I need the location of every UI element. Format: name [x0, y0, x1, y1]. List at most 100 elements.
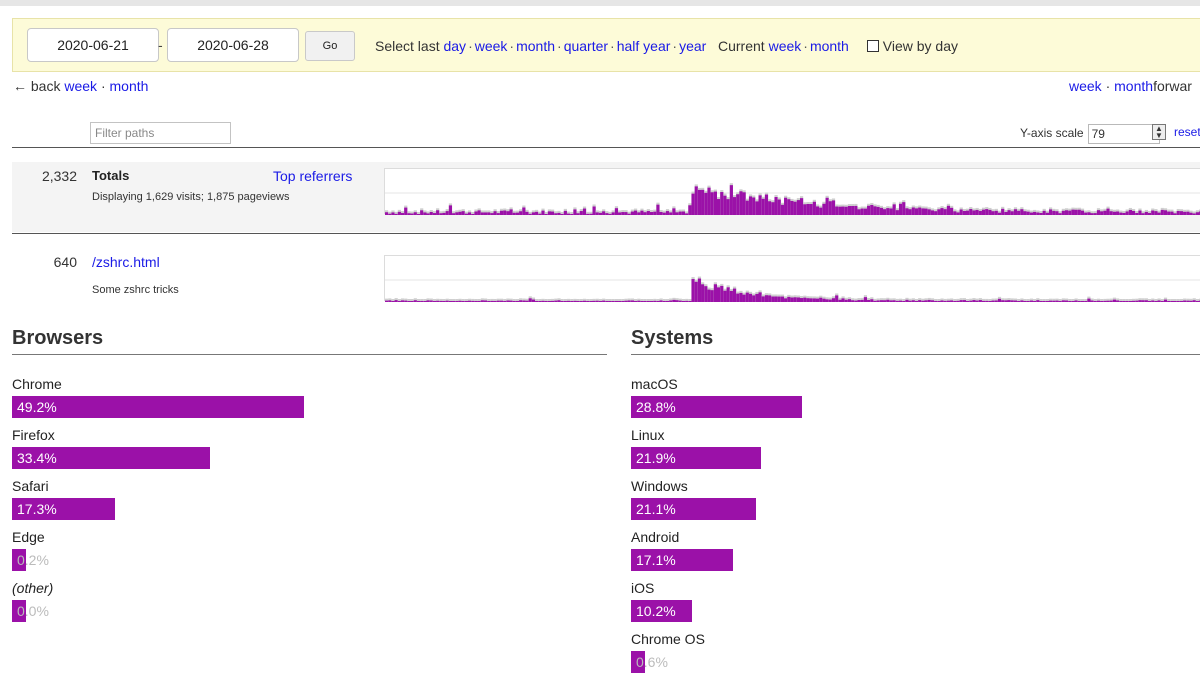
chart-bar	[736, 194, 740, 215]
chart-bar	[1087, 212, 1091, 215]
chart-bar	[420, 300, 424, 302]
chart-bar	[493, 300, 497, 302]
chart-bar	[694, 281, 698, 302]
chart-bar	[873, 300, 877, 302]
chart-bar	[975, 209, 979, 215]
back-month-link[interactable]: month	[110, 78, 149, 94]
chart-bar	[1084, 212, 1088, 215]
filter-paths-input[interactable]: Filter paths	[90, 122, 231, 144]
chart-bar	[911, 300, 915, 302]
chart-bar	[570, 213, 574, 215]
chart-bar	[643, 301, 647, 302]
chart-bar	[1033, 211, 1037, 215]
chart-bar	[969, 209, 973, 215]
chart-bar	[1080, 301, 1085, 302]
chart-bar	[950, 300, 954, 302]
current-month[interactable]: month	[810, 38, 849, 54]
chart-bar	[889, 208, 893, 215]
chart-bar	[570, 301, 574, 302]
forward-week-link[interactable]: week	[1069, 78, 1102, 94]
y-axis-scale-input[interactable]: 79	[1087, 124, 1160, 144]
back-week-link[interactable]: week	[64, 78, 97, 94]
chart-bar	[761, 296, 765, 302]
chart-bar	[1128, 301, 1132, 302]
chart-bar	[739, 292, 743, 302]
chart-bar	[902, 202, 906, 215]
chart-bar	[764, 295, 769, 302]
forward-month-link[interactable]: month	[1114, 78, 1153, 94]
page-chart[interactable]	[384, 255, 1200, 302]
chart-bar	[554, 213, 558, 215]
chart-bar	[397, 211, 401, 215]
chart-bar	[423, 301, 427, 302]
chart-bar	[867, 205, 871, 215]
chart-bar	[563, 301, 567, 302]
chart-bar	[707, 289, 711, 302]
chart-bar	[1179, 211, 1184, 215]
chart-bar	[1122, 301, 1126, 302]
chart-bar	[554, 300, 558, 302]
chart-bar	[914, 208, 919, 215]
chart-bar	[646, 211, 650, 215]
chart-bar	[969, 300, 973, 302]
end-date-input[interactable]: 2020-06-28	[167, 28, 299, 62]
chart-bar	[1128, 209, 1132, 215]
y-axis-scale-spinner[interactable]: ▲ ▼	[1152, 124, 1166, 140]
select-last-half-year[interactable]: half year	[617, 38, 671, 54]
chart-bar	[573, 209, 577, 215]
chart-bar	[1144, 211, 1148, 215]
chart-bar	[691, 279, 695, 302]
chart-bar	[681, 301, 686, 302]
y-axis-reset-link[interactable]: reset	[1174, 125, 1200, 139]
chart-bar	[860, 208, 864, 215]
chart-bar	[742, 192, 746, 215]
chart-bar	[1017, 210, 1021, 215]
start-date-input[interactable]: 2020-06-21	[27, 28, 159, 62]
chart-bar	[649, 301, 654, 302]
select-last-year[interactable]: year	[679, 38, 706, 54]
chart-bar	[726, 199, 730, 215]
top-referrers-link[interactable]: Top referrers	[273, 168, 352, 184]
chart-bar	[831, 200, 836, 215]
browsers-percent: 0.2%	[17, 552, 49, 568]
chart-bar	[608, 301, 612, 302]
select-last-week[interactable]: week	[475, 38, 508, 54]
chart-bar	[780, 296, 785, 302]
chart-bar	[777, 296, 781, 302]
chart-bar	[480, 300, 484, 302]
chart-bar	[1112, 211, 1117, 215]
chart-bar	[1096, 300, 1101, 302]
select-last-month[interactable]: month	[516, 38, 555, 54]
browsers-name: Safari	[12, 478, 49, 494]
chart-bar	[490, 300, 494, 302]
chart-bar	[1132, 210, 1136, 215]
chart-bar	[924, 300, 928, 302]
chart-bar	[876, 300, 880, 302]
go-button[interactable]: Go	[305, 31, 355, 61]
chart-bar	[448, 301, 453, 302]
chart-bar	[898, 300, 903, 302]
view-by-day-checkbox[interactable]	[866, 40, 879, 52]
chart-bar	[669, 212, 673, 215]
chart-bar	[560, 301, 564, 302]
chart-bar	[551, 300, 555, 302]
current-week[interactable]: week	[769, 38, 802, 54]
systems-divider	[631, 354, 1200, 355]
totals-count: 2,332	[41, 168, 77, 184]
chart-bar	[748, 293, 753, 302]
chart-bar	[914, 300, 919, 302]
chart-bar	[981, 209, 986, 215]
chart-bar	[972, 210, 976, 215]
select-last-quarter[interactable]: quarter	[564, 38, 608, 54]
chart-bar	[675, 300, 679, 302]
chart-bar	[483, 212, 488, 215]
chart-bar	[557, 212, 561, 215]
chart-bar	[410, 213, 414, 215]
page-path-link[interactable]: /zshrc.html	[92, 254, 160, 270]
chart-bar	[429, 211, 433, 215]
chart-bar	[918, 300, 922, 302]
totals-chart[interactable]	[384, 168, 1200, 215]
select-last-day[interactable]: day	[443, 38, 466, 54]
chart-bar	[1109, 211, 1113, 215]
chart-bar	[1049, 209, 1053, 215]
